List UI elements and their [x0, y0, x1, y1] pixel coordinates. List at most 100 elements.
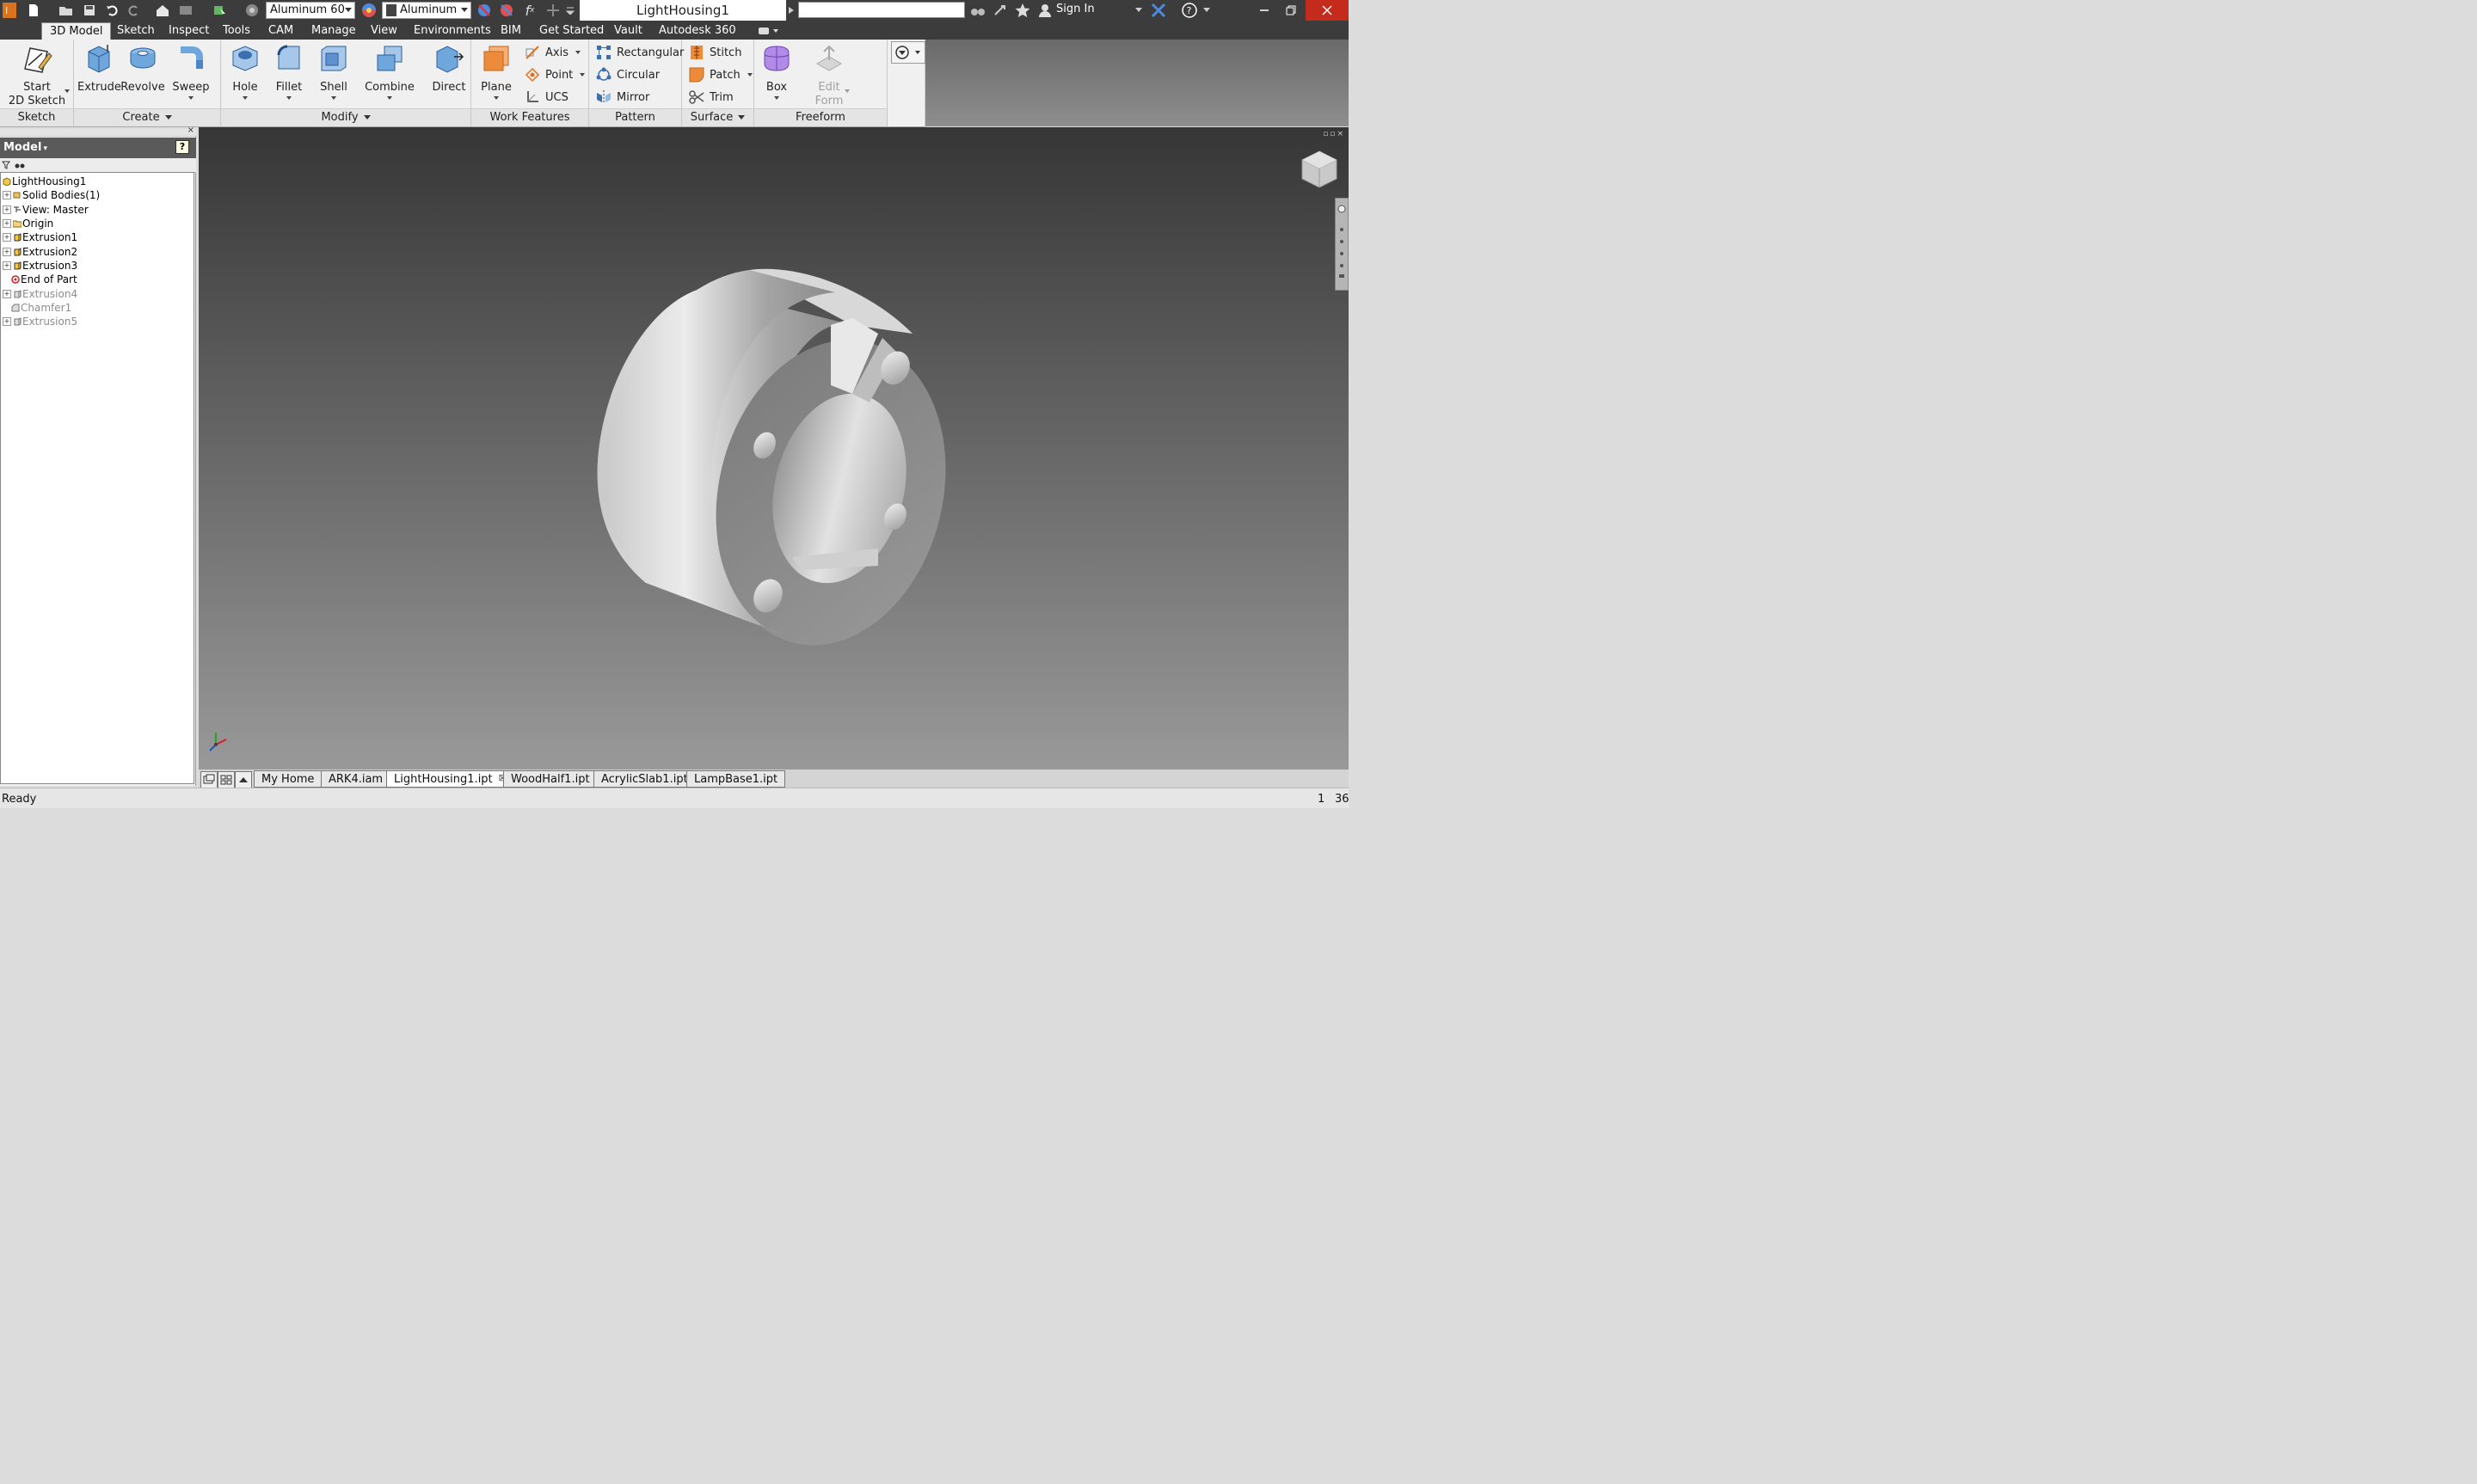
graphics-viewport[interactable]: ▫▫×	[199, 127, 1349, 769]
trim-button[interactable]: Trim	[689, 88, 734, 107]
tab-3d-model[interactable]: 3D Model	[41, 22, 112, 40]
revolve-button[interactable]: Revolve	[120, 43, 165, 95]
undo-icon[interactable]	[102, 2, 121, 19]
tree-node-solid-bodies[interactable]: + Solid Bodies(1)	[3, 188, 100, 202]
browser-close-icon[interactable]: ×	[187, 126, 194, 135]
ucs-button[interactable]: UCS	[525, 88, 569, 107]
axis-button[interactable]: Axis	[525, 43, 581, 62]
browser-header[interactable]: Model ▾ ?	[0, 138, 196, 158]
tree-node-extrusion2[interactable]: + Extrusion2	[3, 245, 77, 259]
tab-get-started[interactable]: Get Started	[532, 22, 612, 40]
shell-dropdown-icon[interactable]	[331, 96, 336, 100]
start-2d-sketch-button[interactable]: Start 2D Sketch	[7, 43, 67, 108]
appearance-select[interactable]: Aluminum	[382, 2, 471, 19]
fillet-dropdown-icon[interactable]	[286, 96, 292, 100]
help-search-input[interactable]	[798, 2, 965, 18]
hole-dropdown-icon[interactable]	[243, 96, 248, 100]
tree-node-end-of-part[interactable]: End of Part	[11, 273, 77, 286]
add-panel-dropdown[interactable]	[891, 41, 925, 64]
doc-tab-acrylicslab1[interactable]: AcrylicSlab1.ipt	[593, 770, 696, 788]
tab-cam[interactable]: CAM	[261, 22, 301, 40]
cascade-windows-icon[interactable]	[200, 771, 218, 788]
tile-windows-icon[interactable]	[218, 771, 235, 788]
doc-tab-lighthousing1[interactable]: LightHousing1.ipt ⊠	[386, 770, 513, 788]
select-icon[interactable]	[211, 2, 230, 19]
tab-sketch[interactable]: Sketch	[109, 22, 163, 40]
tree-expand-icon[interactable]: +	[3, 290, 11, 298]
tab-view[interactable]: View	[363, 22, 405, 40]
favorites-star-icon[interactable]	[1013, 2, 1032, 19]
point-dropdown-icon[interactable]	[580, 73, 586, 77]
open-icon[interactable]	[57, 2, 76, 19]
tree-node-origin[interactable]: + Origin	[3, 217, 53, 230]
customize-toolbar-icon[interactable]	[564, 2, 576, 19]
browser-grip[interactable]: ×	[0, 126, 196, 137]
tab-manage[interactable]: Manage	[304, 22, 364, 40]
tree-expand-icon[interactable]: +	[3, 205, 11, 214]
doc-tab-ark4[interactable]: ARK4.iam	[321, 770, 391, 788]
close-button[interactable]	[1306, 0, 1349, 21]
direct-button[interactable]: Direct	[429, 43, 469, 95]
material-select[interactable]: Aluminum 60	[266, 2, 355, 19]
appearance-sphere-icon[interactable]	[360, 2, 378, 19]
tab-bim[interactable]: BIM	[493, 22, 529, 40]
view-cube-icon[interactable]	[1300, 150, 1338, 189]
app-logo-icon[interactable]: I	[2, 2, 17, 19]
help-dropdown-icon[interactable]	[1202, 2, 1212, 19]
doc-tab-my-home[interactable]: My Home	[254, 770, 323, 788]
user-icon[interactable]	[1037, 2, 1053, 19]
point-button[interactable]: Point	[525, 65, 586, 84]
hole-button[interactable]: Hole	[226, 43, 264, 100]
help-icon[interactable]: ?	[1180, 2, 1199, 19]
tab-autodesk-360[interactable]: Autodesk 360	[651, 22, 744, 40]
clear-override-icon[interactable]	[475, 2, 494, 19]
tree-node-extrusion4[interactable]: + Extrusion4	[3, 287, 77, 301]
doc-tab-lampbase1[interactable]: LampBase1.ipt	[686, 770, 786, 788]
combine-button[interactable]: Combine	[362, 43, 417, 100]
tab-inspect[interactable]: Inspect	[161, 22, 217, 40]
tree-node-extrusion5[interactable]: + Extrusion5	[3, 315, 77, 328]
doc-tab-woodhalf1[interactable]: WoodHalf1.ipt	[503, 770, 598, 788]
edit-form-button[interactable]: Edit Form	[809, 43, 849, 108]
save-icon[interactable]	[80, 2, 99, 19]
ribbon-display-toggle-icon[interactable]	[755, 22, 781, 40]
sketch-dropdown-icon[interactable]	[65, 89, 70, 93]
tab-tools[interactable]: Tools	[215, 22, 258, 40]
tree-expand-icon[interactable]: +	[3, 248, 11, 256]
sweep-dropdown-icon[interactable]	[188, 96, 194, 100]
freeform-box-button[interactable]: Box	[758, 43, 796, 100]
mirror-button[interactable]: Mirror	[596, 88, 649, 107]
patch-button[interactable]: Patch	[689, 65, 753, 84]
tree-node-extrusion3[interactable]: + Extrusion3	[3, 259, 77, 273]
shell-button[interactable]: Shell	[314, 43, 353, 100]
circular-pattern-button[interactable]: Circular	[596, 65, 660, 84]
tree-node-chamfer1[interactable]: Chamfer1	[11, 301, 71, 315]
tree-node-view-master[interactable]: + View: Master	[3, 203, 89, 217]
fillet-button[interactable]: Fillet	[269, 43, 309, 100]
new-icon[interactable]	[24, 2, 43, 19]
combine-dropdown-icon[interactable]	[387, 96, 392, 100]
search-expand-icon[interactable]	[786, 2, 796, 19]
plane-dropdown-icon[interactable]	[494, 96, 499, 100]
communication-icon[interactable]	[991, 2, 1010, 19]
sign-in-link[interactable]: Sign In	[1056, 3, 1095, 15]
home-icon[interactable]	[153, 2, 172, 19]
update-icon[interactable]	[176, 2, 195, 19]
binoculars-icon[interactable]	[968, 2, 987, 19]
color-wheel-icon[interactable]	[243, 2, 261, 19]
patch-dropdown-icon[interactable]	[747, 73, 753, 77]
navigation-bar[interactable]	[1335, 198, 1349, 291]
filter-icon[interactable]	[2, 161, 10, 169]
tree-expand-icon[interactable]: +	[3, 233, 11, 242]
restore-button[interactable]	[1276, 0, 1306, 21]
tree-expand-icon[interactable]: +	[3, 191, 11, 199]
tab-list-up-icon[interactable]	[235, 771, 252, 788]
axis-dropdown-icon[interactable]	[575, 51, 581, 54]
modify-panel-title[interactable]: Modify	[221, 108, 470, 126]
box-dropdown-icon[interactable]	[774, 96, 779, 100]
tree-expand-icon[interactable]: +	[3, 261, 11, 270]
create-panel-title[interactable]: Create	[74, 108, 220, 126]
measure-icon[interactable]	[544, 2, 562, 19]
tree-expand-icon[interactable]: +	[3, 317, 11, 326]
redo-icon[interactable]	[125, 2, 144, 19]
